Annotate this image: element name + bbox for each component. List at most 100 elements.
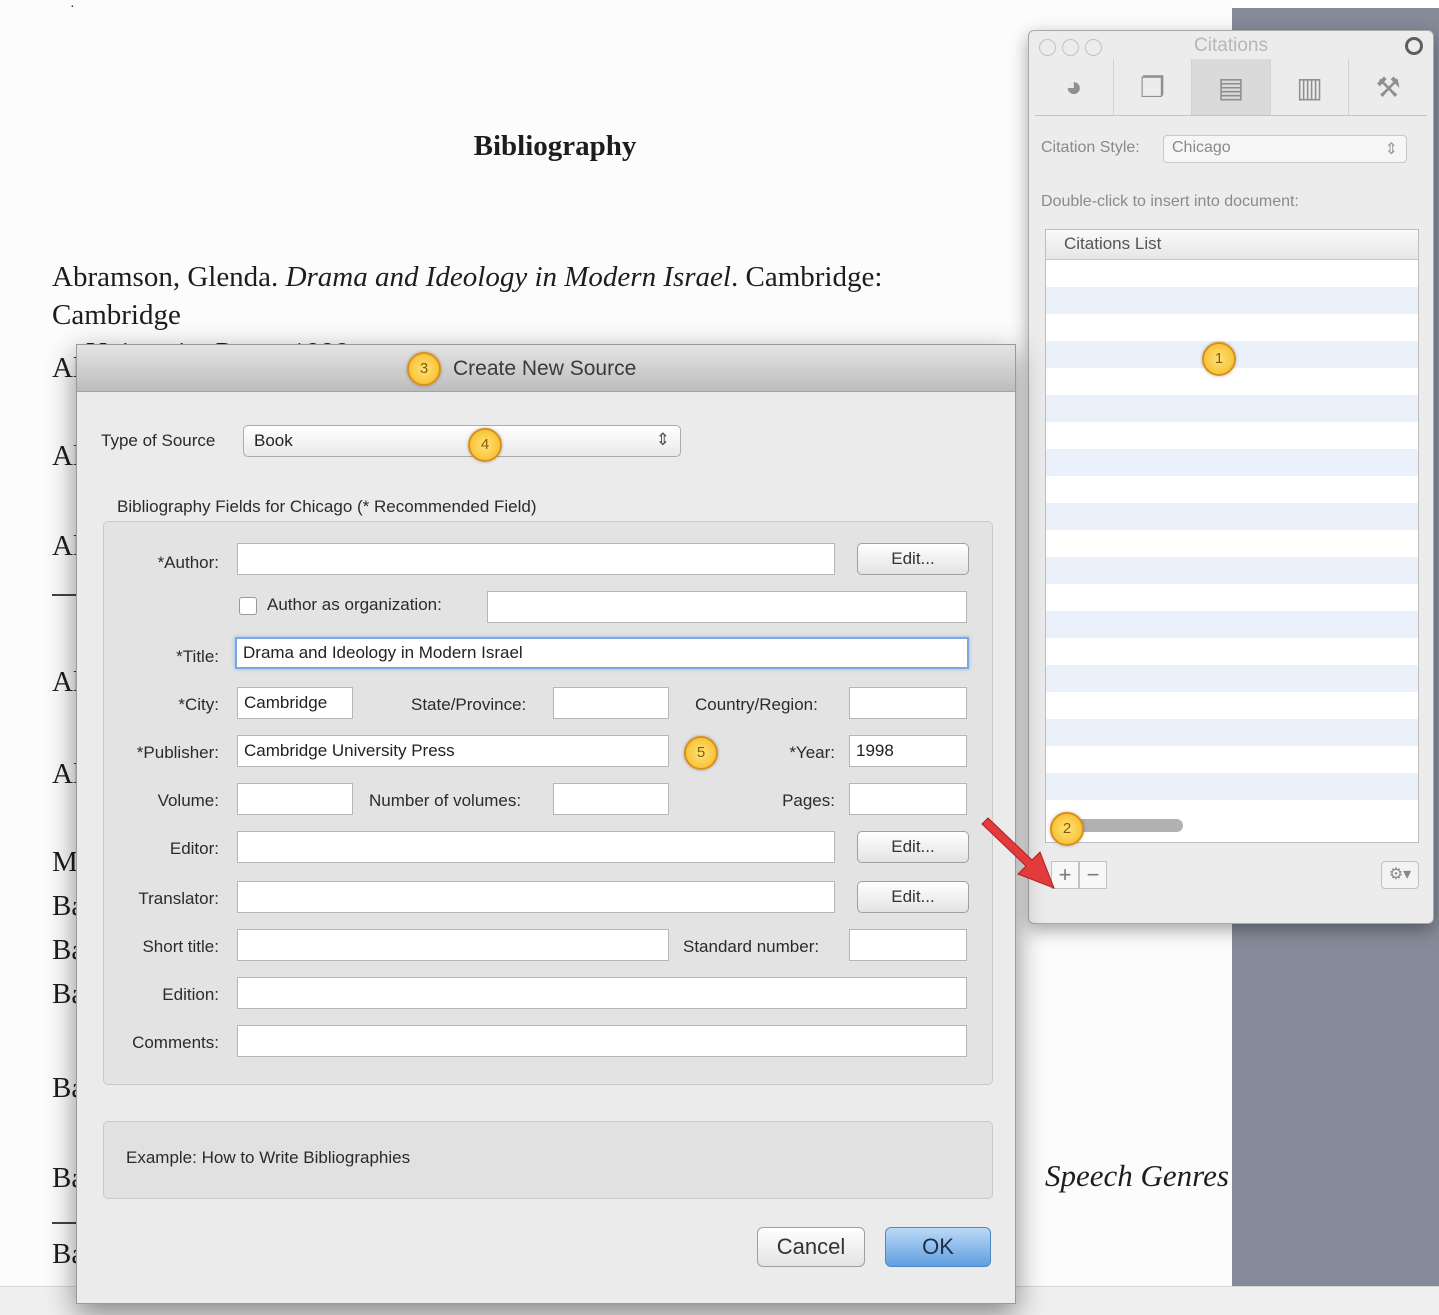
window-background-top: [1232, 0, 1439, 8]
add-remove-controls: + −: [1051, 861, 1107, 889]
dash-rule: [52, 594, 76, 596]
list-row[interactable]: [1046, 449, 1418, 476]
translator-field[interactable]: [237, 881, 835, 913]
fields-group-title: Bibliography Fields for Chicago (* Recom…: [117, 497, 537, 516]
state-province-field[interactable]: [553, 687, 669, 719]
number-of-volumes-label: Number of volumes:: [369, 791, 522, 810]
document-icon[interactable]: ▤: [1192, 59, 1271, 115]
bibliography-heading: Bibliography: [473, 130, 637, 162]
author-label: *Author:: [157, 553, 219, 572]
editor-edit-button[interactable]: Edit...: [857, 831, 969, 863]
list-row[interactable]: [1046, 395, 1418, 422]
example-box: Example: How to Write Bibliographies: [103, 1121, 993, 1199]
copy-icon[interactable]: ❐: [1114, 59, 1193, 115]
standard-number-label: Standard number:: [683, 937, 820, 956]
callout-marker: 1: [1202, 342, 1236, 376]
short-title-field[interactable]: [237, 929, 669, 961]
list-row[interactable]: [1046, 503, 1418, 530]
author-field[interactable]: [237, 543, 835, 575]
callout-marker: 5: [684, 736, 718, 770]
publisher-field[interactable]: Cambridge University Press: [237, 735, 669, 767]
year-field[interactable]: 1998: [849, 735, 967, 767]
list-row[interactable]: [1046, 530, 1418, 557]
dash-rule: [52, 1222, 76, 1224]
editor-field[interactable]: [237, 831, 835, 863]
comments-field[interactable]: [237, 1025, 967, 1057]
entry-title: Drama and Ideology in Modern Israel: [285, 261, 731, 293]
horizontal-scrollbar[interactable]: [1073, 819, 1183, 832]
list-row[interactable]: [1046, 719, 1418, 746]
number-of-volumes-field[interactable]: [553, 783, 669, 815]
toolbox-tabs: ◕ ❐ ▤ ▥ ⚒: [1035, 59, 1427, 116]
red-arrow-icon: [981, 817, 1055, 889]
list-row[interactable]: [1046, 476, 1418, 503]
citations-panel: Citations ◕ ❐ ▤ ▥ ⚒ Citation Style: Chic…: [1028, 30, 1434, 924]
country-region-label: Country/Region:: [695, 695, 818, 714]
remove-citation-button[interactable]: −: [1079, 861, 1107, 889]
title-field[interactable]: Drama and Ideology in Modern Israel: [235, 637, 969, 669]
ok-button[interactable]: OK: [885, 1227, 991, 1267]
short-title-label: Short title:: [142, 937, 219, 956]
create-new-source-dialog: Create New Source Type of Source Book ⇕ …: [76, 344, 1016, 1304]
translator-label: Translator:: [138, 889, 219, 908]
list-row[interactable]: [1046, 692, 1418, 719]
standard-number-field[interactable]: [849, 929, 967, 961]
city-field[interactable]: Cambridge: [237, 687, 353, 719]
pages-label: Pages:: [782, 791, 835, 810]
country-region-field[interactable]: [849, 687, 967, 719]
dialog-title: Create New Source: [453, 357, 637, 380]
list-row[interactable]: [1046, 611, 1418, 638]
year-label: *Year:: [789, 743, 835, 762]
citation-style-value: Chicago: [1172, 139, 1231, 156]
list-row[interactable]: [1046, 638, 1418, 665]
updown-arrows-icon: ⇕: [655, 430, 670, 449]
list-row[interactable]: [1046, 368, 1418, 395]
partial-title-text: Speech Genres a: [1045, 1158, 1232, 1193]
state-province-label: State/Province:: [411, 695, 527, 714]
list-row[interactable]: [1046, 422, 1418, 449]
cancel-button[interactable]: Cancel: [757, 1227, 865, 1267]
list-row[interactable]: [1046, 287, 1418, 314]
updown-arrows-icon: ⇕: [1384, 141, 1398, 158]
volume-label: Volume:: [157, 791, 219, 810]
volume-field[interactable]: [237, 783, 353, 815]
citation-style-label: Citation Style:: [1041, 139, 1140, 156]
entry-stub: M: [52, 846, 78, 878]
type-of-source-value: Book: [254, 431, 293, 450]
wrench-icon[interactable]: ⚒: [1349, 59, 1427, 115]
organization-field[interactable]: [487, 591, 967, 623]
callout-marker: 2: [1050, 812, 1084, 846]
author-edit-button[interactable]: Edit...: [857, 543, 969, 575]
editor-label: Editor:: [169, 839, 219, 858]
comments-label: Comments:: [132, 1033, 219, 1052]
translator-edit-button[interactable]: Edit...: [857, 881, 969, 913]
panel-toggle-icon[interactable]: [1405, 37, 1423, 55]
action-menu-button[interactable]: ⚙▾: [1381, 861, 1419, 889]
insert-hint: Double-click to insert into document:: [1041, 193, 1299, 210]
dialog-titlebar: Create New Source: [77, 345, 1015, 392]
callout-marker: 3: [407, 352, 441, 386]
type-of-source-select[interactable]: Book ⇕: [243, 425, 681, 457]
citation-style-select[interactable]: Chicago ⇕: [1163, 135, 1407, 163]
list-row[interactable]: [1046, 773, 1418, 800]
list-row[interactable]: [1046, 260, 1418, 287]
pages-field[interactable]: [849, 783, 967, 815]
edition-label: Edition:: [162, 985, 219, 1004]
citations-list[interactable]: Citations List: [1045, 229, 1419, 843]
callout-marker: 4: [468, 428, 502, 462]
edition-field[interactable]: [237, 977, 967, 1009]
panel-title: Citations: [1194, 35, 1268, 56]
example-text: Example: How to Write Bibliographies: [126, 1148, 411, 1167]
list-row[interactable]: [1046, 746, 1418, 773]
citations-list-header: Citations List: [1046, 230, 1418, 260]
title-label: *Title:: [176, 647, 219, 666]
list-row[interactable]: [1046, 557, 1418, 584]
list-row[interactable]: [1046, 584, 1418, 611]
publisher-label: *Publisher:: [136, 743, 219, 762]
entry-author: Abramson, Glenda.: [52, 261, 286, 293]
author-as-organization-checkbox[interactable]: [239, 597, 257, 615]
list-row[interactable]: [1046, 665, 1418, 692]
bars-icon[interactable]: ▥: [1271, 59, 1350, 115]
globe-icon[interactable]: ◕: [1035, 59, 1114, 115]
list-row[interactable]: [1046, 314, 1418, 341]
